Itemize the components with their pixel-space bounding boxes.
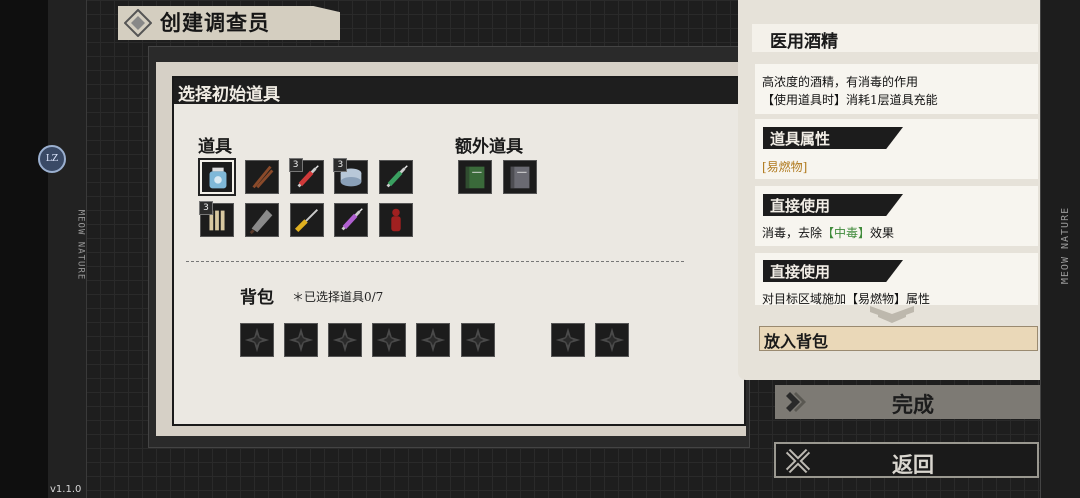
- item-selection-panel: [172, 76, 746, 426]
- backpack-slot[interactable]: [284, 323, 318, 357]
- empty-slot-icon: [376, 327, 402, 353]
- locked-slot-icon: [599, 327, 625, 353]
- item-slot[interactable]: [289, 203, 324, 237]
- done-button-label: 完成: [892, 392, 934, 417]
- backpack-slot[interactable]: [372, 323, 406, 357]
- panel-title: 选择初始道具: [178, 85, 280, 105]
- extra-item-slot[interactable]: [458, 160, 492, 194]
- card-body: 对目标区域施加【易燃物】属性: [762, 292, 931, 306]
- item-count-badge: 3: [288, 158, 303, 172]
- left-rail: [0, 0, 48, 498]
- card-header: 直接使用: [770, 197, 831, 215]
- red-figure-icon: [391, 208, 401, 232]
- empty-slot-icon: [244, 327, 270, 353]
- card-header: 道具属性: [770, 130, 831, 148]
- item-slot[interactable]: [244, 160, 279, 194]
- item-slot[interactable]: [244, 203, 279, 237]
- arrow-right-icon: [786, 392, 806, 412]
- card-body: [易燃物]: [762, 160, 808, 174]
- backpack-label: 背包: [240, 288, 274, 308]
- card-header: 直接使用: [770, 263, 831, 281]
- section-divider: [186, 261, 684, 262]
- item-description-line: 高浓度的酒精，有消毒的作用: [762, 75, 919, 89]
- back-button-label: 返回: [892, 452, 934, 477]
- empty-slot-icon: [465, 327, 491, 353]
- avatar[interactable]: LZ: [38, 145, 66, 173]
- version-label: v1.1.0: [50, 484, 82, 495]
- empty-slot-icon: [288, 327, 314, 353]
- item-count-badge: 3: [333, 158, 348, 172]
- purple-syringe-icon: [341, 208, 364, 231]
- diamond-logo-icon: [124, 9, 152, 37]
- item-slot[interactable]: 3: [333, 158, 369, 194]
- card-body: 消毒，去除【中毒】效果: [762, 226, 895, 240]
- backpack-slot[interactable]: [328, 323, 362, 357]
- backpack-count: ＊已选择道具0/7: [292, 290, 384, 304]
- brand-right: MEOW NATURE: [1040, 0, 1080, 498]
- backpack-slot[interactable]: [416, 323, 450, 357]
- item-slot[interactable]: [379, 203, 414, 237]
- extra-item-slot[interactable]: [502, 160, 537, 194]
- alcohol-bottle-icon: [209, 167, 227, 189]
- item-slot[interactable]: [334, 203, 369, 237]
- item-slot[interactable]: [379, 160, 414, 194]
- backpack-slot[interactable]: [551, 323, 585, 357]
- backpack-slot[interactable]: [240, 323, 274, 357]
- page-title: 创建调查员: [160, 10, 270, 35]
- green-syringe-icon: [386, 165, 408, 188]
- empty-slot-icon: [332, 327, 358, 353]
- wooden-sticks-icon: [252, 165, 274, 189]
- empty-slot-icon: [420, 327, 446, 353]
- backpack-slot[interactable]: [595, 323, 629, 357]
- item-name: 医用酒精: [770, 32, 838, 52]
- empty-slot-icon: [555, 327, 581, 353]
- brand-left: MEOW NATURE: [75, 209, 86, 281]
- item-count-badge: 3: [199, 201, 213, 215]
- item-slot[interactable]: 3: [199, 201, 234, 237]
- item-usage-line: 【使用道具时】消耗1层道具充能: [762, 93, 938, 107]
- item-slot[interactable]: [198, 158, 236, 196]
- item-slot[interactable]: 3: [288, 158, 324, 194]
- screwdriver-icon: [294, 208, 318, 233]
- backpack-slot[interactable]: [461, 323, 495, 357]
- rusty-blade-icon: [249, 209, 273, 235]
- gray-book-icon: [510, 166, 530, 189]
- scroll-down-chevron-icon[interactable]: [870, 306, 914, 324]
- green-book-icon: [465, 166, 485, 189]
- extra-items-section-label: 额外道具: [455, 137, 523, 157]
- add-to-bag-label: 放入背包: [764, 332, 829, 351]
- items-section-label: 道具: [198, 137, 232, 157]
- close-x-icon: [785, 448, 811, 474]
